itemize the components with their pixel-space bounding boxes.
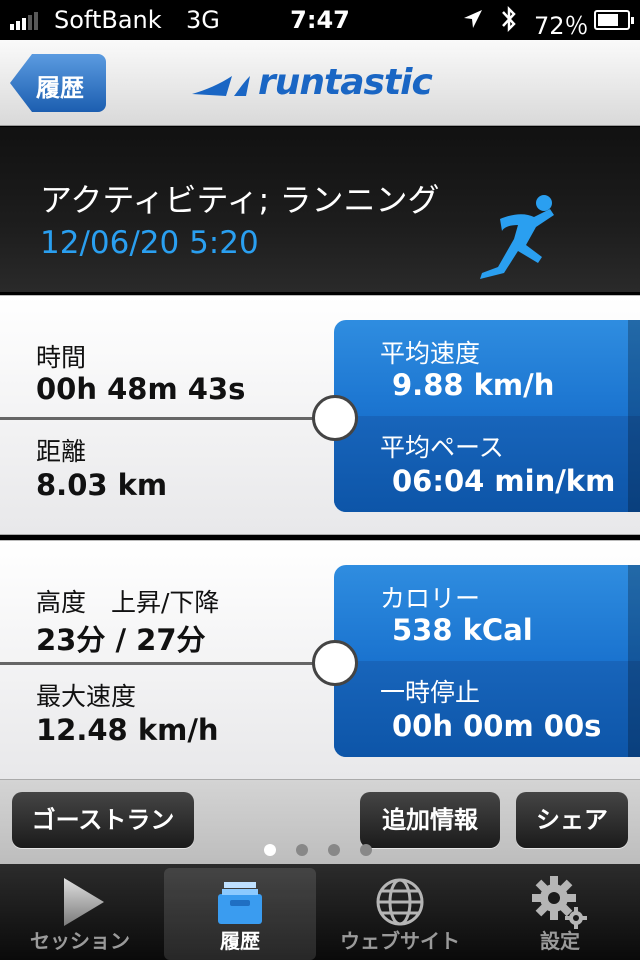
runner-icon [480, 195, 554, 279]
share-button[interactable]: シェア [516, 792, 628, 848]
card-divider [0, 417, 330, 420]
tab-website[interactable]: ウェブサイト [324, 868, 476, 960]
activity-header: アクティビティ; ランニング 12/06/20 5:20 [0, 127, 640, 292]
app-logo: runtastic [186, 62, 446, 106]
back-button[interactable]: 履歴 [10, 54, 106, 112]
bluetooth-icon [500, 4, 518, 40]
pause-value: 00h 00m 00s [392, 709, 602, 743]
inbox-tray-icon [218, 882, 262, 924]
stats-card-primary: 時間 00h 48m 43s 距離 8.03 km 平均速度 9.88 km/h… [0, 295, 640, 535]
activity-date: 12/06/20 5:20 [40, 225, 259, 261]
logo-wordmark: runtastic [258, 62, 433, 103]
stats-panel-calories[interactable]: カロリー 538 kCal 一時停止 00h 00m 00s [334, 565, 640, 757]
page-dot[interactable] [264, 844, 276, 856]
tab-history[interactable]: 履歴 [164, 868, 316, 960]
avg-pace-label: 平均ペース [380, 433, 504, 462]
tab-settings[interactable]: 設定 [484, 868, 636, 960]
distance-value: 8.03 km [36, 468, 168, 502]
time-label: 時間 [36, 343, 87, 372]
card-divider [0, 662, 330, 665]
location-arrow-icon [462, 8, 484, 36]
max-speed-label: 最大速度 [36, 682, 137, 711]
activity-title: アクティビティ; ランニング [40, 181, 440, 219]
page-indicator[interactable] [264, 844, 372, 856]
battery-icon [594, 10, 634, 30]
page-dot[interactable] [296, 844, 308, 856]
elevation-value: 23分 / 27分 [36, 623, 206, 657]
panel-toggle-knob[interactable] [312, 640, 358, 686]
battery-percent: 72％ [534, 12, 589, 40]
elevation-label: 高度 上昇/下降 [36, 588, 220, 617]
more-info-button[interactable]: 追加情報 [360, 792, 500, 848]
calories-value: 538 kCal [392, 613, 533, 647]
status-bar: SoftBank 3G 7:47 72％ [0, 0, 640, 40]
tab-session[interactable]: セッション [4, 868, 156, 960]
avg-speed-label: 平均速度 [380, 339, 481, 368]
navigation-bar: 履歴 runtastic [0, 40, 640, 126]
tab-label: 設定 [540, 929, 580, 953]
stats-panel-speed[interactable]: 平均速度 9.88 km/h 平均ペース 06:04 min/km [334, 320, 640, 512]
time-value: 00h 48m 43s [36, 372, 246, 406]
stats-card-secondary: 高度 上昇/下降 23分 / 27分 最大速度 12.48 km/h カロリー … [0, 540, 640, 780]
action-bar: ゴーストラン 追加情報 シェア [0, 780, 640, 864]
back-button-label: 履歴 [36, 74, 84, 102]
play-icon [64, 878, 104, 926]
page-dot[interactable] [360, 844, 372, 856]
pause-label: 一時停止 [380, 678, 481, 707]
avg-speed-value: 9.88 km/h [392, 368, 555, 402]
page-dot[interactable] [328, 844, 340, 856]
tab-label: ウェブサイト [340, 929, 460, 953]
logo-mark-icon [192, 76, 250, 96]
globe-icon [376, 878, 424, 926]
calories-label: カロリー [380, 584, 481, 613]
tab-label: セッション [30, 929, 130, 953]
panel-toggle-knob[interactable] [312, 395, 358, 441]
max-speed-value: 12.48 km/h [36, 713, 219, 747]
distance-label: 距離 [36, 437, 87, 466]
tab-bar: セッション 履歴 ウェブサイト 設定 [0, 864, 640, 960]
gear-icon [532, 876, 587, 929]
ghost-run-button[interactable]: ゴーストラン [12, 792, 194, 848]
avg-pace-value: 06:04 min/km [392, 464, 616, 498]
tab-label: 履歴 [220, 929, 260, 953]
